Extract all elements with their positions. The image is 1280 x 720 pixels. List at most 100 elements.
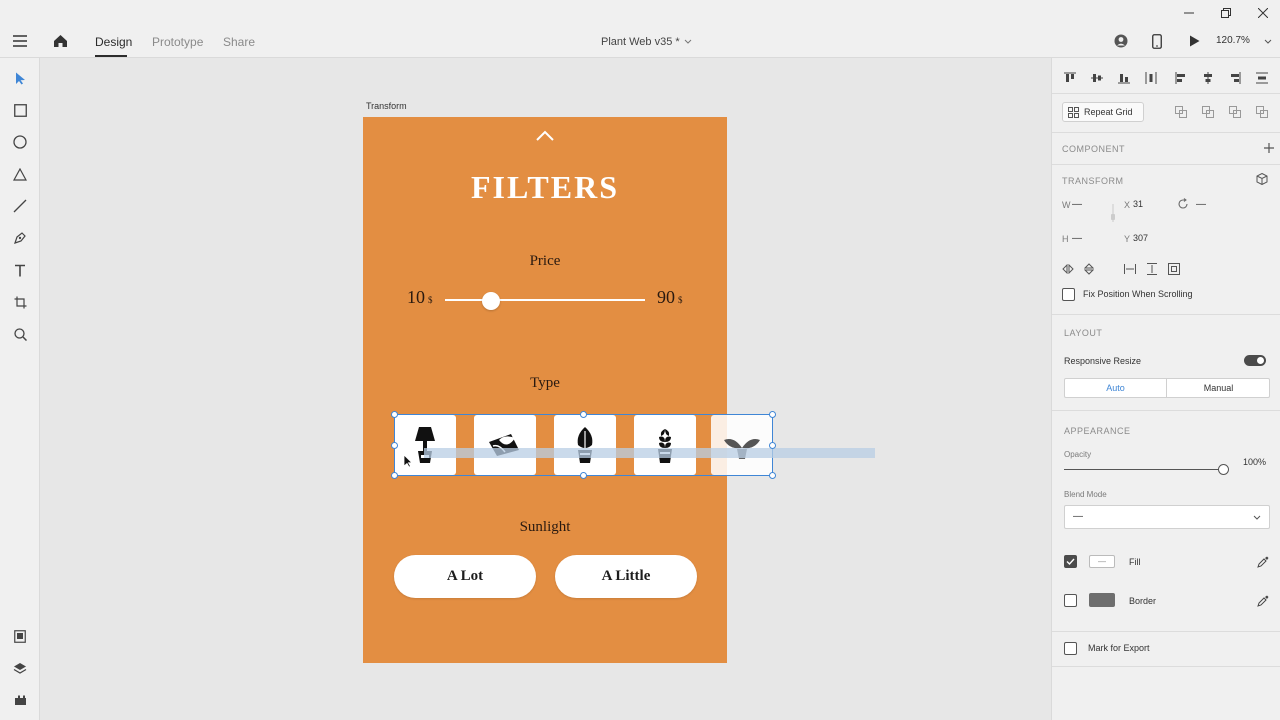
rotate-icon[interactable] (1176, 197, 1190, 211)
repeat-grid-icon (1068, 106, 1079, 118)
align-right-icon[interactable] (1228, 71, 1242, 85)
tab-design[interactable]: Design (95, 35, 132, 49)
boolean-intersect-icon[interactable] (1228, 105, 1242, 119)
x-value[interactable]: 31 (1133, 199, 1143, 209)
fill-label: Fill (1129, 557, 1141, 567)
filters-title: FILTERS (471, 169, 619, 205)
chevron-down-icon (684, 39, 692, 44)
mark-for-export-checkbox[interactable] (1064, 642, 1077, 655)
text-icon[interactable] (10, 260, 30, 280)
transform-section-title: TRANSFORM (1062, 176, 1124, 186)
app-bar: Design Prototype Share Plant Web v35 * 1… (0, 26, 1280, 58)
plugins-icon[interactable] (10, 690, 30, 710)
fix-position-checkbox[interactable] (1062, 288, 1075, 301)
document-title-dropdown[interactable]: Plant Web v35 * (601, 36, 692, 48)
selection-handle[interactable] (391, 442, 398, 449)
responsive-resize-toggle[interactable] (1244, 355, 1266, 366)
sunlight-option-a-lot[interactable]: A Lot (394, 555, 536, 598)
layout-mode-segmented-control: Auto Manual (1064, 378, 1270, 398)
selection-handle[interactable] (391, 411, 398, 418)
fill-checkbox[interactable] (1064, 555, 1077, 568)
sunlight-option-a-little[interactable]: A Little (555, 555, 697, 598)
align-center-icon[interactable] (1201, 71, 1215, 85)
opacity-slider-track[interactable] (1064, 469, 1224, 470)
price-max-currency: $ (678, 295, 683, 305)
ellipse-icon[interactable] (10, 132, 30, 152)
border-checkbox[interactable] (1064, 594, 1077, 607)
repeat-grid-button[interactable]: Repeat Grid (1062, 102, 1144, 122)
selection-handle[interactable] (769, 411, 776, 418)
selection-handle[interactable] (769, 442, 776, 449)
zoom-level[interactable]: 120.7% (1216, 35, 1250, 46)
blend-mode-dropdown[interactable]: — (1064, 505, 1270, 529)
price-slider-track[interactable] (445, 299, 645, 301)
eyedropper-icon[interactable] (1256, 594, 1270, 608)
hamburger-menu-icon[interactable] (13, 35, 27, 47)
width-label: W (1062, 200, 1071, 210)
flip-horizontal-icon[interactable] (1061, 262, 1075, 276)
pen-icon[interactable] (10, 228, 30, 248)
y-value[interactable]: 307 (1133, 233, 1148, 243)
layout-mode-manual[interactable]: Manual (1168, 379, 1269, 397)
type-label: Type (530, 375, 560, 391)
height-value[interactable]: — (1072, 233, 1082, 244)
title-bar (0, 0, 1280, 26)
selection-handle[interactable] (580, 472, 587, 479)
add-component-icon[interactable] (1262, 141, 1276, 155)
boolean-add-icon[interactable] (1174, 105, 1188, 119)
artboard-label[interactable]: Transform (366, 101, 407, 111)
property-inspector: Repeat Grid COMPONENT TRANSFORM W — X 31… (1051, 58, 1280, 720)
align-left-icon[interactable] (1174, 71, 1188, 85)
line-icon[interactable] (10, 196, 30, 216)
play-preview-icon[interactable] (1189, 35, 1200, 47)
3d-transform-icon[interactable] (1255, 172, 1269, 186)
layout-mode-auto[interactable]: Auto (1065, 379, 1167, 397)
home-icon[interactable] (53, 34, 68, 48)
opacity-slider-thumb[interactable] (1218, 464, 1229, 475)
minimize-icon[interactable] (1171, 0, 1207, 26)
price-min-currency: $ (428, 295, 433, 305)
fit-content-icon[interactable] (1167, 262, 1181, 276)
tab-share[interactable]: Share (223, 35, 255, 49)
select-icon[interactable] (10, 68, 30, 88)
rotation-value[interactable]: — (1196, 199, 1206, 210)
flip-vertical-icon[interactable] (1082, 262, 1096, 276)
chevron-up-icon[interactable] (535, 130, 555, 142)
price-slider-thumb[interactable] (482, 292, 500, 310)
fill-color-swatch[interactable]: — (1089, 555, 1115, 568)
tab-prototype[interactable]: Prototype (152, 35, 203, 49)
component-section-title: COMPONENT (1062, 144, 1125, 154)
align-bottom-icon[interactable] (1117, 71, 1131, 85)
layers-icon[interactable] (10, 658, 30, 678)
border-color-swatch[interactable] (1089, 593, 1115, 607)
selection-handle[interactable] (580, 411, 587, 418)
design-canvas[interactable]: Transform FILTERS Price 10 $ 90 $ Type S… (40, 58, 1051, 720)
width-value[interactable]: — (1072, 199, 1082, 210)
opacity-value[interactable]: 100% (1243, 457, 1266, 467)
zoom-icon[interactable] (10, 324, 30, 344)
y-label: Y (1124, 234, 1131, 244)
align-top-icon[interactable] (1063, 71, 1077, 85)
price-min-value: 10 (407, 287, 425, 307)
fit-width-icon[interactable] (1123, 262, 1137, 276)
restore-icon[interactable] (1208, 0, 1244, 26)
device-preview-icon[interactable] (1152, 34, 1162, 49)
selection-handle[interactable] (769, 472, 776, 479)
price-max: 90 $ (657, 287, 683, 308)
document-assets-icon[interactable] (10, 626, 30, 646)
zoom-chevron-icon[interactable] (1264, 39, 1272, 45)
selection-handle[interactable] (391, 472, 398, 479)
rectangle-icon[interactable] (10, 100, 30, 120)
eyedropper-icon[interactable] (1256, 555, 1270, 569)
distribute-vertical-icon[interactable] (1255, 71, 1269, 85)
lock-aspect-icon[interactable] (1111, 214, 1115, 220)
align-middle-icon[interactable] (1090, 71, 1104, 85)
user-account-icon[interactable] (1114, 34, 1128, 48)
artboard-icon[interactable] (10, 292, 30, 312)
fit-height-icon[interactable] (1145, 262, 1159, 276)
polygon-icon[interactable] (10, 164, 30, 184)
distribute-horizontal-icon[interactable] (1144, 71, 1158, 85)
boolean-subtract-icon[interactable] (1201, 105, 1215, 119)
boolean-exclude-icon[interactable] (1255, 105, 1269, 119)
close-icon[interactable] (1245, 0, 1280, 26)
